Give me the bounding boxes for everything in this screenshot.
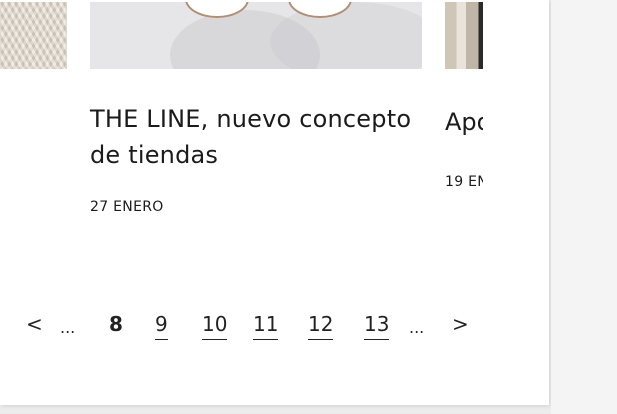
pagination-ellipsis-end: ... <box>409 318 425 337</box>
news-card-next[interactable]: Apo 19 EN <box>445 0 483 240</box>
card-date: 27 ENERO <box>90 199 164 215</box>
page-link-12[interactable]: 12 <box>308 310 334 340</box>
card-title[interactable]: THE LINE, nuevo concepto de tiendas <box>90 101 422 173</box>
page-link-13[interactable]: 13 <box>364 310 390 340</box>
page-link-10[interactable]: 10 <box>202 310 228 340</box>
card-image[interactable] <box>0 2 67 69</box>
card-image[interactable] <box>90 2 422 69</box>
card-image[interactable] <box>445 2 483 69</box>
content-panel: on THE LINE, nuevo concepto de tiendas 2… <box>0 0 549 405</box>
next-page-button[interactable]: > <box>452 310 469 338</box>
news-card[interactable]: THE LINE, nuevo concepto de tiendas 27 E… <box>90 0 422 240</box>
page-background <box>551 0 617 414</box>
news-card-previous[interactable]: on <box>0 0 67 240</box>
card-title[interactable]: Apo <box>445 104 483 140</box>
page-current: 8 <box>109 312 123 336</box>
page-link-9[interactable]: 9 <box>155 310 168 340</box>
pagination-ellipsis-start: ... <box>60 318 76 337</box>
pagination: < ... 8 9 10 11 12 13 ... > <box>0 310 549 346</box>
card-date: 19 EN <box>445 174 483 190</box>
news-carousel: on THE LINE, nuevo concepto de tiendas 2… <box>0 0 549 250</box>
prev-page-button[interactable]: < <box>26 310 43 338</box>
page-link-11[interactable]: 11 <box>253 310 279 340</box>
